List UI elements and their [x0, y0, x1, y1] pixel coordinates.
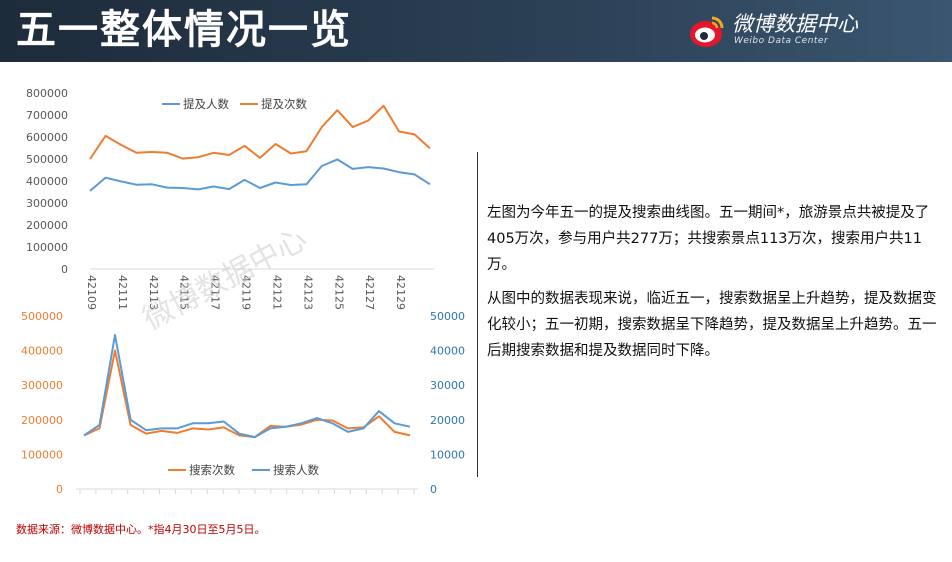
- chart2-left-y-tick-label: 300000: [21, 379, 63, 392]
- vertical-divider: [477, 152, 478, 477]
- weibo-eye-icon: [690, 16, 724, 47]
- description-panel: 左图为今年五一的提及搜索曲线图。五一期间*，旅游景点共被提及了405万次，参与用…: [487, 200, 937, 372]
- description-paragraph-2: 从图中的数据表现来说，临近五一，搜索数据呈上升趋势，提及数据变化较小；五一初期，…: [487, 291, 937, 359]
- chart2-right-y-tick-label: 50000: [430, 310, 465, 323]
- chart2-series-line-2: [83, 334, 411, 439]
- chart1-x-tick-label: 42111: [116, 275, 129, 310]
- chart2-left-y-tick-label: 100000: [21, 448, 63, 461]
- chart1-y-tick-label: 0: [61, 263, 68, 276]
- chart2-series-line-1: [83, 349, 411, 439]
- weibo-data-center-logo: 微博数据中心 Weibo Data Center: [688, 10, 938, 54]
- chart2-left-y-tick-label: 0: [56, 483, 63, 496]
- chart1-x-tick-label: 42121: [270, 275, 283, 310]
- chart2-legend-label: 搜索人数: [273, 463, 319, 477]
- chart1-y-tick-label: 700000: [26, 109, 68, 122]
- chart1-x-tick-label: 42123: [301, 275, 314, 310]
- logo-subtitle: Weibo Data Center: [734, 36, 829, 46]
- source-footnote: 数据来源：微博数据中心。*指4月30日至5月5日。: [16, 523, 266, 536]
- chart1-x-tick-label: 42129: [394, 275, 407, 310]
- page-title: 五一整体情况一览: [16, 7, 352, 53]
- chart1-legend-label: 提及人数: [183, 97, 229, 111]
- chart2-left-y-tick-label: 500000: [21, 310, 63, 323]
- chart2-right-y-tick-label: 20000: [430, 414, 465, 427]
- chart1-y-tick-label: 800000: [26, 87, 68, 100]
- chart1-series-line-2: [89, 104, 431, 160]
- chart2-right-y-tick-label: 10000: [430, 448, 465, 461]
- chart2-left-y-tick-label: 400000: [21, 345, 63, 358]
- chart1-x-tick-label: 42125: [332, 275, 345, 310]
- watermark: 微博数据中心: [137, 222, 312, 337]
- chart1-y-tick-label: 600000: [26, 131, 68, 144]
- charts-area: 0100000200000300000400000500000600000700…: [21, 87, 465, 496]
- chart1-x-tick-label: 42109: [85, 275, 98, 310]
- logo-name: 微博数据中心: [732, 12, 858, 36]
- header-bar: 五一整体情况一览 微博数据中心 Weibo Data Center: [0, 0, 952, 62]
- chart1-y-tick-label: 200000: [26, 219, 68, 232]
- chart1-y-tick-label: 300000: [26, 197, 68, 210]
- chart1-x-tick-label: 42127: [363, 275, 376, 310]
- description-paragraph-1: 左图为今年五一的提及搜索曲线图。五一期间*，旅游景点共被提及了405万次，参与用…: [487, 205, 930, 273]
- chart1-y-tick-label: 400000: [26, 175, 68, 188]
- chart1-y-tick-label: 100000: [26, 241, 68, 254]
- chart2-left-y-tick-label: 200000: [21, 414, 63, 427]
- chart1-legend-label: 提及次数: [261, 97, 307, 111]
- chart2-right-y-tick-label: 30000: [430, 379, 465, 392]
- chart1-series-line-1: [89, 158, 431, 192]
- chart2-right-y-tick-label: 40000: [430, 345, 465, 358]
- chart2-legend-label: 搜索次数: [189, 463, 235, 477]
- chart2-right-y-tick-label: 0: [430, 483, 437, 496]
- chart1-y-tick-label: 500000: [26, 153, 68, 166]
